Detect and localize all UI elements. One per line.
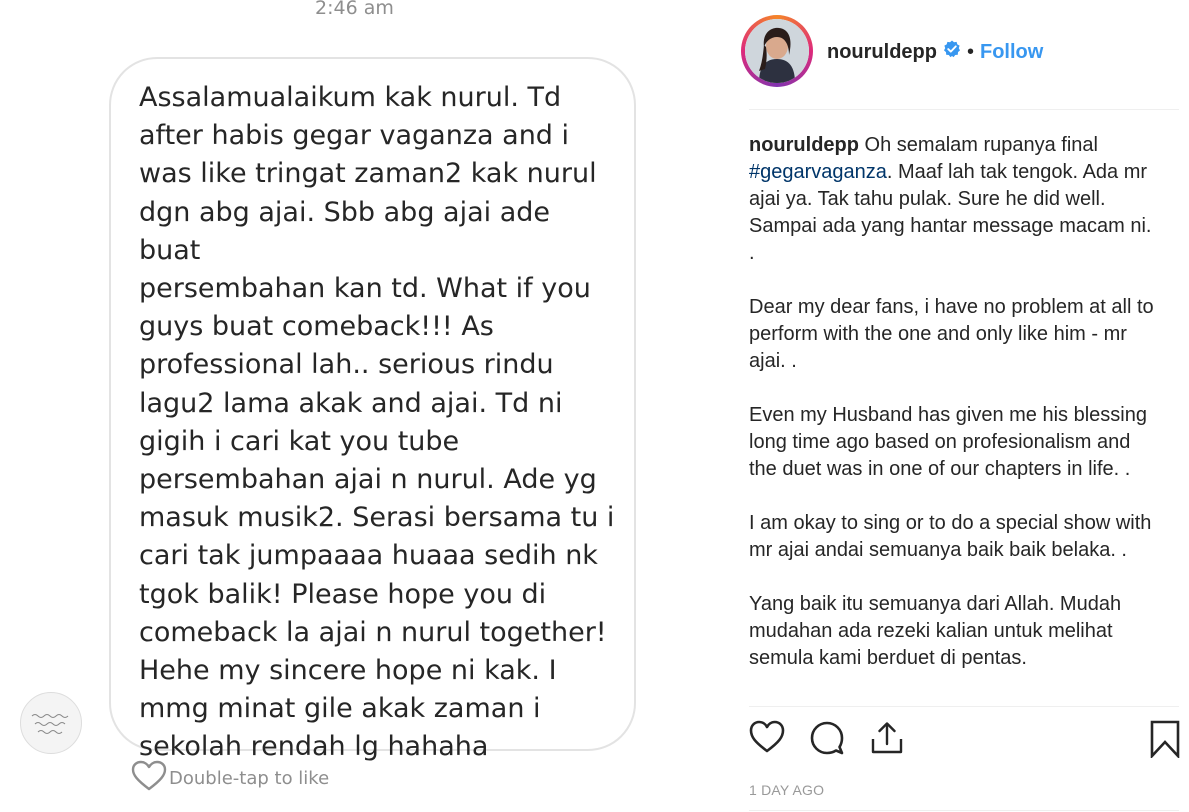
post-caption: nouruldepp Oh semalam rupanya final #geg… xyxy=(749,132,1155,706)
caption-username[interactable]: nouruldepp xyxy=(749,134,859,156)
footer-divider xyxy=(749,810,1179,811)
header-divider xyxy=(749,109,1179,110)
double-tap-like[interactable]: Double-tap to like xyxy=(131,760,330,796)
follow-button[interactable]: Follow xyxy=(980,41,1043,64)
verified-badge-icon xyxy=(943,40,961,64)
post-username[interactable]: nouruldepp xyxy=(827,41,937,64)
post-date[interactable]: 1 DAY AGO xyxy=(749,782,824,798)
like-icon[interactable] xyxy=(749,720,785,758)
separator-dot: • xyxy=(966,40,974,63)
share-icon[interactable] xyxy=(869,720,905,760)
avatar[interactable] xyxy=(745,19,809,83)
caption-paragraph-5: Yang baik itu semuanya dari Allah. Mudah… xyxy=(749,593,1122,669)
caption-paragraph-2: Dear my dear fans, i have no problem at … xyxy=(749,296,1154,372)
heart-outline-icon[interactable] xyxy=(131,760,167,796)
comment-icon[interactable] xyxy=(809,720,845,760)
post-header: nouruldepp • Follow xyxy=(827,40,1043,64)
caption-divider xyxy=(749,706,1179,707)
bookmark-icon[interactable] xyxy=(1149,720,1181,762)
message-timestamp: 2:46 am xyxy=(315,0,394,19)
caption-paragraph-4: I am okay to sing or to do a special sho… xyxy=(749,512,1152,561)
caption-paragraph-3: Even my Husband has given me his blessin… xyxy=(749,404,1147,480)
handwritten-logo-avatar-icon[interactable] xyxy=(20,692,82,754)
double-tap-label: Double-tap to like xyxy=(169,767,330,789)
direct-message-panel: 2:46 am Assalamualaikum kak nurul. Td af… xyxy=(0,0,700,812)
caption-paragraph-1: nouruldepp Oh semalam rupanya final #geg… xyxy=(749,132,1155,267)
post-actions xyxy=(749,720,1181,760)
message-text: Assalamualaikum kak nurul. Td after habi… xyxy=(139,82,615,763)
caption-intro: Oh semalam rupanya final xyxy=(864,134,1098,156)
hashtag-link[interactable]: #gegarvaganza xyxy=(749,161,887,183)
